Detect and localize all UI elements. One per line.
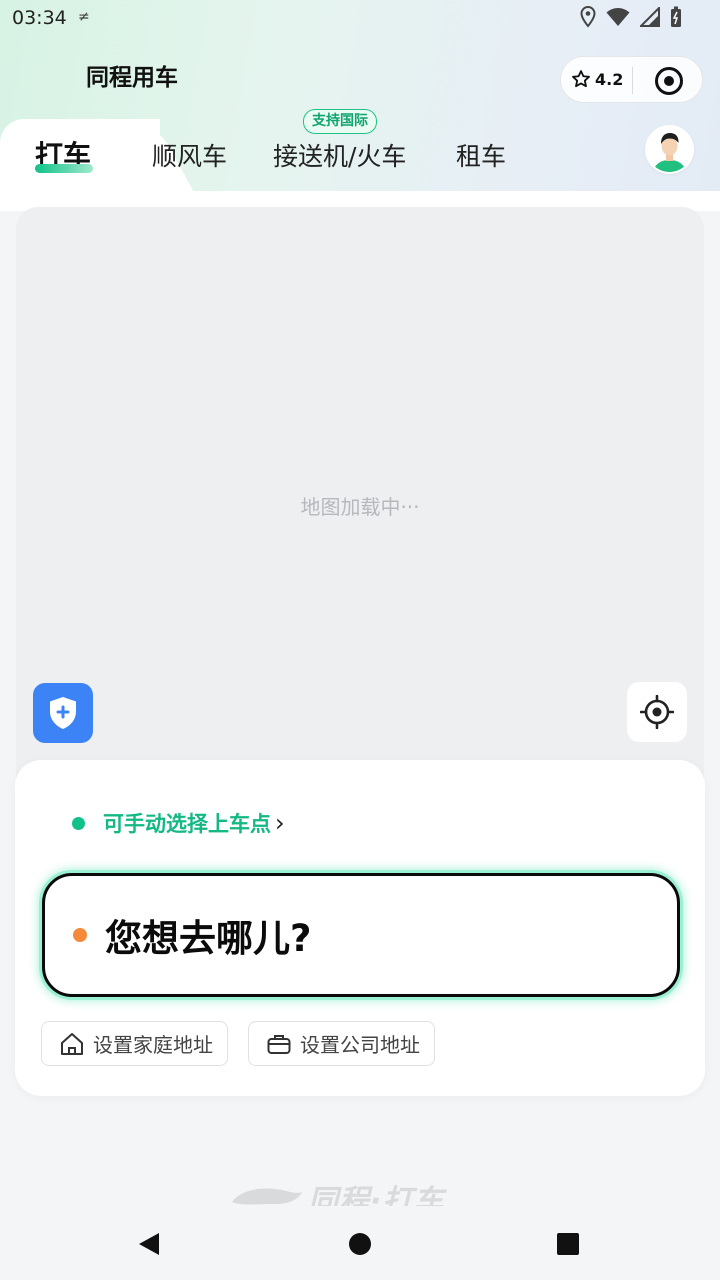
briefcase-icon (267, 1034, 291, 1054)
battery-icon (671, 6, 681, 27)
rating-value: 4.2 (595, 69, 624, 89)
pickup-dot (72, 816, 85, 830)
system-navigation-bar (0, 1206, 720, 1280)
map-view[interactable]: 地图加载中··· (16, 207, 704, 847)
brand-watermark: 同程·打车 (230, 1176, 490, 1206)
locate-me-button[interactable] (627, 682, 687, 742)
pickup-selector[interactable]: 可手动选择上车点 › (72, 808, 285, 838)
watermark-text: 同程·打车 (308, 1184, 445, 1206)
avatar-icon (647, 127, 692, 172)
user-avatar[interactable] (647, 127, 692, 172)
booking-card: 可手动选择上车点 › 您想去哪儿? 设置家庭地址 设置公司地址 (15, 760, 705, 1096)
home-icon (61, 1032, 83, 1055)
destination-placeholder: 您想去哪儿? (105, 917, 312, 960)
status-icons (580, 6, 682, 28)
home-circle-icon[interactable] (349, 1233, 371, 1255)
app-title: 同程用车 (86, 65, 178, 91)
close-target-icon[interactable] (655, 67, 683, 95)
destination-input[interactable]: 您想去哪儿? (42, 873, 680, 997)
brand-logo-icon (232, 1188, 302, 1205)
status-bar: 03:34 ≠ (0, 0, 720, 38)
set-home-address-button[interactable]: 设置家庭地址 (41, 1021, 228, 1066)
map-loading-text: 地图加载中··· (300, 495, 420, 519)
back-icon[interactable] (137, 1232, 161, 1256)
capsule-divider (632, 67, 633, 94)
status-time: 03:34 (12, 7, 67, 29)
wifi-icon (606, 8, 630, 26)
status-notification-icon: ≠ (78, 9, 90, 25)
active-tab-underline (35, 164, 93, 173)
tab-car-rental[interactable]: 租车 (456, 137, 506, 173)
recents-square-icon[interactable] (557, 1233, 579, 1255)
destination-dot (73, 928, 87, 942)
company-address-label: 设置公司地址 (300, 1033, 420, 1057)
safety-button[interactable] (33, 683, 93, 743)
location-icon (580, 6, 596, 28)
set-company-address-button[interactable]: 设置公司地址 (248, 1021, 435, 1066)
signal-icon (640, 7, 660, 27)
tab-airport-train[interactable]: 接送机/火车 (273, 137, 406, 173)
tab-ride-share[interactable]: 顺风车 (152, 137, 227, 173)
home-address-label: 设置家庭地址 (93, 1033, 213, 1057)
crosshair-icon (640, 695, 674, 729)
star-icon (572, 70, 590, 88)
rating-button[interactable]: 4.2 (571, 69, 623, 89)
shield-icon (50, 697, 76, 729)
international-badge: 支持国际 (303, 109, 377, 134)
mini-program-capsule: 4.2 (560, 56, 703, 103)
chevron-right-icon: › (275, 809, 285, 837)
pickup-hint: 可手动选择上车点 (103, 812, 271, 836)
